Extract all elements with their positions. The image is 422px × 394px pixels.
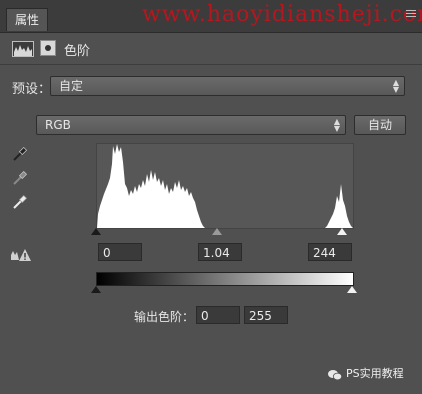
input-white-field[interactable]: 244 [308,243,352,261]
preset-label: 预设： [12,82,52,97]
dropdown-arrows-icon: ▲ ▼ [392,78,399,94]
white-point-handle[interactable] [337,228,347,235]
gamma-handle[interactable] [212,228,222,235]
black-point-handle[interactable] [91,228,101,235]
output-black-field[interactable]: 0 [196,306,240,324]
channel-value: RGB [45,118,71,132]
eyedropper-white-icon[interactable] [12,194,28,210]
dropdown-arrows-icon: ▲ ▼ [333,117,340,133]
watermark-text: www.haoyidiansheji.com [142,2,422,27]
eyedropper-gray-icon[interactable] [12,170,28,186]
levels-icon[interactable] [12,41,34,57]
output-white-handle[interactable] [347,286,357,293]
input-gamma-field[interactable]: 1.04 [198,243,242,261]
wechat-icon [328,366,343,381]
footer-text: PS实用教程 [346,367,404,380]
divider [0,64,422,65]
preset-value: 自定 [59,79,84,93]
panel-title: 色阶 [64,44,91,59]
clipping-warning-icon[interactable] [10,248,32,262]
output-white-field[interactable]: 255 [244,306,288,324]
panel-menu-icon[interactable] [406,10,416,18]
input-black-field[interactable]: 0 [98,243,142,261]
mask-icon[interactable] [40,40,56,56]
auto-button[interactable]: 自动 [354,115,406,135]
preset-dropdown[interactable]: 自定 ▲ ▼ [50,76,405,96]
output-levels-slider[interactable] [91,286,357,296]
eyedropper-black-icon[interactable] [12,146,28,162]
tab-properties[interactable]: 属性 [6,8,49,31]
output-levels-label: 输出色阶： [134,310,195,324]
output-black-handle[interactable] [91,286,101,293]
output-gradient-bar [96,272,354,286]
histogram [96,143,354,229]
channel-dropdown[interactable]: RGB ▲ ▼ [36,115,346,135]
input-levels-slider[interactable] [91,228,354,238]
